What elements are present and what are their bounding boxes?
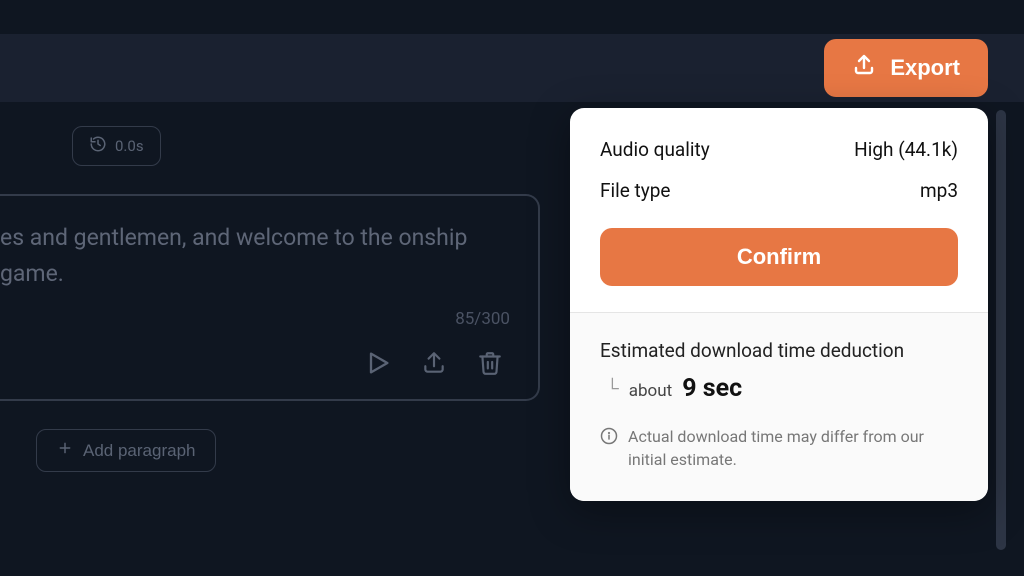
upload-icon[interactable]	[418, 347, 450, 379]
disclaimer-row: Actual download time may differ from our…	[600, 425, 958, 471]
estimate-about: about	[629, 381, 672, 401]
script-text[interactable]: es and gentlemen, and welcome to the ons…	[0, 220, 514, 291]
audio-quality-row[interactable]: Audio quality High (44.1k)	[600, 138, 958, 161]
clock-forward-icon	[89, 135, 107, 157]
text-card[interactable]: es and gentlemen, and welcome to the ons…	[0, 194, 540, 401]
add-paragraph-button[interactable]: Add paragraph	[36, 429, 216, 472]
top-bar: Export	[0, 34, 1024, 102]
scrollbar[interactable]	[996, 110, 1006, 550]
info-icon	[600, 425, 618, 451]
audio-quality-label: Audio quality	[600, 138, 710, 161]
editor-area: 0.0s es and gentlemen, and welcome to th…	[0, 126, 540, 472]
export-settings: Audio quality High (44.1k) File type mp3…	[570, 108, 988, 312]
estimate-number: 9 sec	[682, 374, 742, 403]
file-type-value: mp3	[920, 179, 958, 202]
confirm-button[interactable]: Confirm	[600, 228, 958, 286]
export-button[interactable]: Export	[824, 39, 988, 97]
tree-corner-icon: └	[606, 378, 619, 399]
card-actions	[0, 347, 514, 379]
upload-icon	[852, 53, 876, 83]
export-estimate: Estimated download time deduction └ abou…	[570, 312, 988, 501]
trash-icon[interactable]	[474, 347, 506, 379]
audio-quality-value: High (44.1k)	[854, 138, 958, 161]
time-pill-value: 0.0s	[115, 137, 144, 155]
add-paragraph-label: Add paragraph	[83, 441, 195, 461]
estimate-label: Estimated download time deduction	[600, 339, 958, 362]
export-button-label: Export	[890, 55, 960, 81]
export-popover: Audio quality High (44.1k) File type mp3…	[570, 108, 988, 501]
disclaimer-text: Actual download time may differ from our…	[628, 425, 958, 471]
confirm-button-label: Confirm	[737, 244, 821, 269]
play-icon[interactable]	[362, 347, 394, 379]
estimate-value-row: └ about 9 sec	[600, 374, 958, 403]
file-type-label: File type	[600, 179, 670, 202]
time-pill[interactable]: 0.0s	[72, 126, 161, 166]
plus-icon	[57, 440, 73, 461]
file-type-row[interactable]: File type mp3	[600, 179, 958, 202]
character-count: 85/300	[0, 309, 514, 329]
